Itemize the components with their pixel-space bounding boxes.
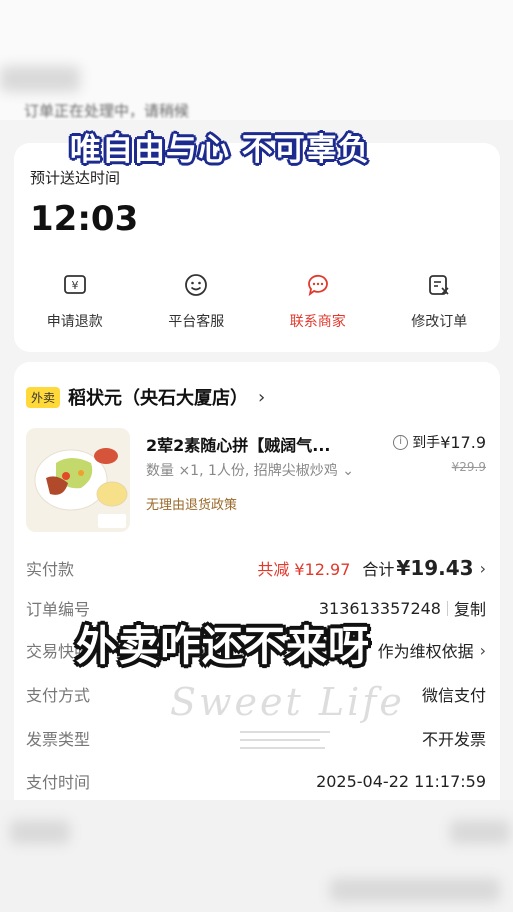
chevron-down-icon: ⌄ xyxy=(342,463,354,479)
original-price: ¥29.9 xyxy=(451,460,486,474)
contact-merchant-button[interactable]: 联系商家 xyxy=(257,271,379,335)
edit-order-icon xyxy=(425,271,453,299)
net-price[interactable]: i 到手 ¥17.9 xyxy=(393,432,486,452)
top-header-area: 订单正在处理中，请稍候 xyxy=(0,0,513,120)
food-title[interactable]: 2荤2素随心拼【贼阔气... xyxy=(146,432,372,456)
delivery-card: 预计送达时间 12:03 ¥ 申请退款 平台客服 联系商家 修改订单 xyxy=(14,143,500,352)
smile-face-icon xyxy=(182,271,210,299)
payment-time-label: 支付时间 xyxy=(26,773,91,792)
net-price-label: 到手 xyxy=(412,435,441,451)
divider xyxy=(446,600,448,616)
order-status-text: 订单正在处理中，请稍候 xyxy=(24,102,190,120)
price-box: i 到手 ¥17.9 ¥29.9 xyxy=(393,432,486,474)
total-label: 合计 xyxy=(362,560,395,579)
food-thumbnail[interactable] xyxy=(26,428,130,532)
blurred-button xyxy=(450,820,510,844)
bottom-bar xyxy=(0,800,513,912)
payment-method-value: 微信支付 xyxy=(421,686,486,705)
refund-label: 申请退款 xyxy=(46,314,103,330)
payment-method-label: 支付方式 xyxy=(26,686,91,705)
watermark-script: Sweet Life xyxy=(170,680,405,724)
contact-merchant-label: 联系商家 xyxy=(289,314,346,330)
watermark-decoration xyxy=(240,728,330,759)
store-link[interactable]: 外卖 稻状元（央石大厦店） › xyxy=(26,384,265,410)
paid-values: 共减 ¥12.97 合计 ¥19.43 › xyxy=(257,556,486,580)
customer-service-label: 平台客服 xyxy=(168,314,225,330)
refund-button[interactable]: ¥ 申请退款 xyxy=(14,271,136,335)
chat-bubble-icon xyxy=(304,271,332,299)
paid-label: 实付款 xyxy=(26,560,75,579)
customer-service-button[interactable]: 平台客服 xyxy=(136,271,258,335)
invoice-label: 发票类型 xyxy=(26,730,91,749)
paid-row[interactable]: 实付款 共减 ¥12.97 合计 ¥19.43 › xyxy=(26,554,486,582)
food-spec-text: 数量 ×1, 1人份, 招牌尖椒炒鸡 xyxy=(146,463,338,479)
info-icon: i xyxy=(393,434,409,450)
modify-order-button[interactable]: 修改订单 xyxy=(379,271,501,335)
payment-time-row: 支付时间 2025-04-22 11:17:59 xyxy=(26,767,486,795)
food-spec[interactable]: 数量 ×1, 1人份, 招牌尖椒炒鸡 ⌄ xyxy=(146,460,386,480)
return-policy[interactable]: 无理由退货政策 xyxy=(146,494,237,513)
refund-icon: ¥ xyxy=(61,271,89,299)
svg-text:¥: ¥ xyxy=(71,279,78,292)
blurred-title xyxy=(0,66,80,92)
chevron-right-icon: › xyxy=(479,558,486,578)
order-actions: ¥ 申请退款 平台客服 联系商家 修改订单 xyxy=(14,271,500,335)
blurred-button xyxy=(10,820,70,844)
discount-total: 共减 ¥12.97 xyxy=(257,560,351,579)
eta-time: 12:03 xyxy=(30,199,139,239)
chevron-right-icon: › xyxy=(479,640,486,660)
invoice-value: 不开发票 xyxy=(421,730,486,749)
chevron-right-icon: › xyxy=(258,386,266,408)
payment-time-value: 2025-04-22 11:17:59 xyxy=(316,771,486,791)
overlay-caption-top: 唯自由与心 不可辜负 xyxy=(70,132,370,168)
net-price-value: ¥17.9 xyxy=(440,432,486,452)
snapshot-value: 作为维权依据 xyxy=(377,642,474,661)
store-name: 稻状元（央石大厦店） xyxy=(68,388,249,409)
eta-label: 预计送达时间 xyxy=(30,169,121,187)
total-amount: ¥19.43 xyxy=(396,556,474,580)
modify-order-label: 修改订单 xyxy=(411,314,468,330)
snapshot-values: 作为维权依据 › xyxy=(378,638,486,662)
blurred-button xyxy=(330,878,500,902)
overlay-caption-mid: 外卖咋还不来呀 xyxy=(76,622,370,670)
copy-button[interactable]: 复制 xyxy=(454,596,486,620)
takeout-tag: 外卖 xyxy=(26,386,61,408)
